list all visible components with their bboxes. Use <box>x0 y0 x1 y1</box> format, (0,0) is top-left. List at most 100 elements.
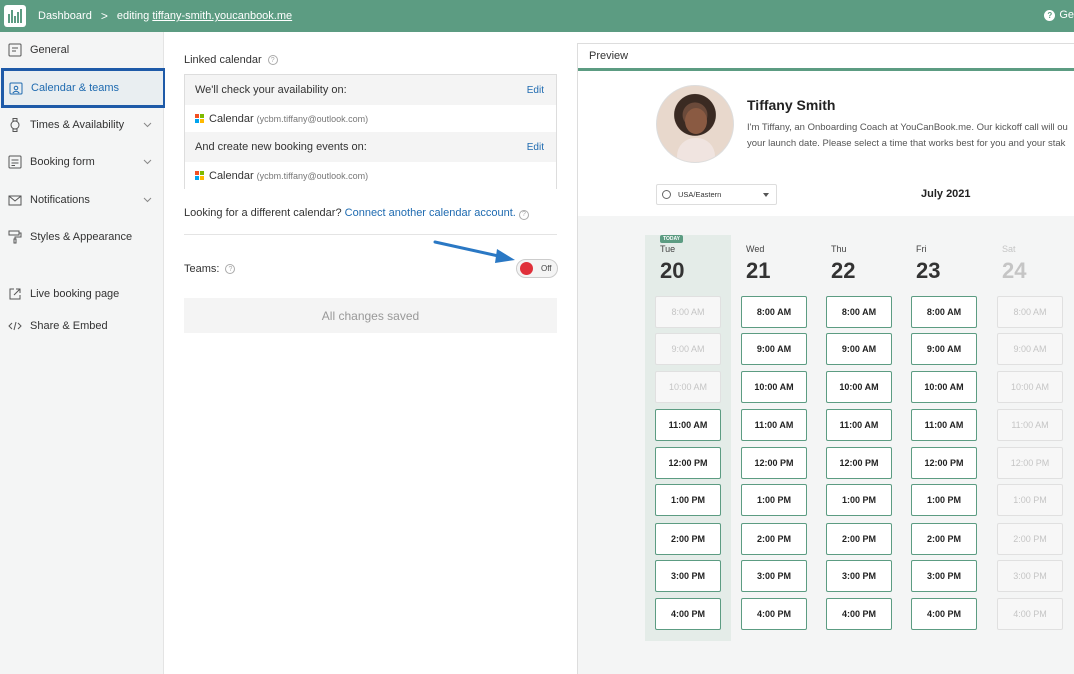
help-label: Ge <box>1059 9 1074 21</box>
time-slot[interactable]: 12:00 PM <box>655 447 721 479</box>
time-slot[interactable]: 2:00 PM <box>826 523 892 555</box>
time-slot[interactable]: 8:00 AM <box>911 296 977 328</box>
time-slot[interactable]: 1:00 PM <box>911 484 977 516</box>
teams-toggle[interactable]: Off <box>516 259 558 278</box>
day-number: 20 <box>660 258 685 283</box>
preview-panel: Preview Tiffany Smith I'm Tiffany, an On… <box>577 43 1074 674</box>
code-icon <box>8 319 22 333</box>
time-slot[interactable]: 3:00 PM <box>741 560 807 592</box>
paint-roller-icon <box>8 230 22 244</box>
time-slot[interactable]: 10:00 AM <box>911 371 977 403</box>
edit-check-calendar-button[interactable]: Edit <box>527 85 544 96</box>
time-slot[interactable]: 2:00 PM <box>741 523 807 555</box>
time-slot[interactable]: 3:00 PM <box>826 560 892 592</box>
edit-create-calendar-button[interactable]: Edit <box>527 142 544 153</box>
time-slot: 10:00 AM <box>655 371 721 403</box>
chevron-down-icon <box>143 156 152 168</box>
time-slot[interactable]: 9:00 AM <box>741 333 807 365</box>
time-slot[interactable]: 10:00 AM <box>826 371 892 403</box>
sidebar-item-label: Share & Embed <box>30 320 108 332</box>
youcanbook-logo-icon[interactable] <box>4 5 26 27</box>
calendar-user-icon <box>9 81 23 95</box>
external-link-icon <box>8 287 22 301</box>
breadcrumb-separator: > <box>100 9 108 23</box>
time-slot[interactable]: 2:00 PM <box>911 523 977 555</box>
calendar-name: Calendar <box>209 112 254 125</box>
time-slot: 2:00 PM <box>997 523 1063 555</box>
linked-calendar-title: Linked calendar ? <box>184 54 278 66</box>
time-slot[interactable]: 8:00 AM <box>826 296 892 328</box>
microsoft-logo-icon <box>195 114 204 123</box>
divider <box>184 234 557 235</box>
sidebar-item-label: Live booking page <box>30 288 120 300</box>
day-of-week: Wed <box>746 244 765 254</box>
different-calendar-text: Looking for a different calendar? <box>184 207 342 219</box>
time-slot[interactable]: 4:00 PM <box>655 598 721 630</box>
time-slot[interactable]: 1:00 PM <box>741 484 807 516</box>
microsoft-logo-icon <box>195 171 204 180</box>
time-slot[interactable]: 8:00 AM <box>741 296 807 328</box>
question-icon[interactable]: ? <box>225 264 236 274</box>
today-badge: TODAY <box>660 235 683 243</box>
caret-down-icon <box>763 193 769 197</box>
sidebar-item-times-availability[interactable]: Times & Availability <box>0 107 164 143</box>
time-slot: 8:00 AM <box>997 296 1063 328</box>
sidebar-item-general[interactable]: General <box>0 32 164 68</box>
create-calendar-item: Calendar (ycbm.tiffany@outlook.com) <box>185 162 556 189</box>
globe-icon <box>662 190 671 199</box>
form-icon <box>8 155 22 169</box>
question-icon[interactable]: ? <box>267 55 278 65</box>
chevron-down-icon <box>143 194 152 206</box>
month-label: July 2021 <box>921 188 971 200</box>
calendar-name: Calendar <box>209 169 254 182</box>
check-availability-label: We'll check your availability on: <box>195 84 347 96</box>
time-slot[interactable]: 9:00 AM <box>826 333 892 365</box>
different-calendar-line: Looking for a different calendar? Connec… <box>184 207 529 220</box>
sidebar-item-notifications[interactable]: Notifications <box>0 182 164 218</box>
day-of-week: Sat <box>1002 244 1016 254</box>
teams-label: Teams: <box>184 263 220 275</box>
editing-url-link[interactable]: tiffany-smith.youcanbook.me <box>152 10 292 22</box>
preview-header: Preview <box>578 44 1074 71</box>
help-button[interactable]: ? Ge <box>1044 9 1074 21</box>
time-slot[interactable]: 4:00 PM <box>911 598 977 630</box>
calendar-account: (ycbm.tiffany@outlook.com) <box>256 170 369 181</box>
time-slot[interactable]: 3:00 PM <box>655 560 721 592</box>
day-of-week: Thu <box>831 244 847 254</box>
time-slot[interactable]: 11:00 AM <box>911 409 977 441</box>
time-slot[interactable]: 3:00 PM <box>911 560 977 592</box>
time-slot: 12:00 PM <box>997 447 1063 479</box>
time-slot[interactable]: 4:00 PM <box>741 598 807 630</box>
breadcrumb-dashboard[interactable]: Dashboard <box>38 10 92 22</box>
sidebar-item-styles-appearance[interactable]: Styles & Appearance <box>0 219 164 255</box>
time-slot[interactable]: 1:00 PM <box>655 484 721 516</box>
sidebar-item-label: Booking form <box>30 156 95 168</box>
day-of-week: Fri <box>916 244 927 254</box>
time-slot[interactable]: 4:00 PM <box>826 598 892 630</box>
time-slot[interactable]: 12:00 PM <box>826 447 892 479</box>
timezone-value: USA/Eastern <box>678 190 722 199</box>
time-slot[interactable]: 10:00 AM <box>741 371 807 403</box>
breadcrumb: Dashboard > editing tiffany-smith.youcan… <box>38 9 292 23</box>
time-slot[interactable]: 11:00 AM <box>741 409 807 441</box>
time-slot[interactable]: 11:00 AM <box>826 409 892 441</box>
question-icon[interactable]: ? <box>518 209 529 220</box>
sidebar-item-calendar-teams[interactable]: Calendar & teams <box>1 68 166 108</box>
sidebar-item-live-booking-page[interactable]: Live booking page <box>0 276 164 312</box>
time-slot[interactable]: 9:00 AM <box>911 333 977 365</box>
day-number: 22 <box>831 258 856 283</box>
editing-label: editing <box>116 10 150 22</box>
time-slot[interactable]: 2:00 PM <box>655 523 721 555</box>
time-slot[interactable]: 12:00 PM <box>741 447 807 479</box>
connect-calendar-link[interactable]: Connect another calendar account. <box>345 207 516 219</box>
time-slot[interactable]: 1:00 PM <box>826 484 892 516</box>
time-slot[interactable]: 11:00 AM <box>655 409 721 441</box>
sidebar-item-booking-form[interactable]: Booking form <box>0 144 164 180</box>
timezone-select[interactable]: USA/Eastern <box>656 184 777 205</box>
day-of-week: Tue <box>660 244 676 254</box>
sidebar-item-label: Notifications <box>30 194 90 206</box>
sidebar-item-share-embed[interactable]: Share & Embed <box>0 308 164 344</box>
profile-name: Tiffany Smith <box>747 97 836 113</box>
time-slot[interactable]: 12:00 PM <box>911 447 977 479</box>
day-column: TODAY Tue 20 8:00 AM 9:00 AM 10:00 AM 11:00 AM… <box>645 235 731 641</box>
